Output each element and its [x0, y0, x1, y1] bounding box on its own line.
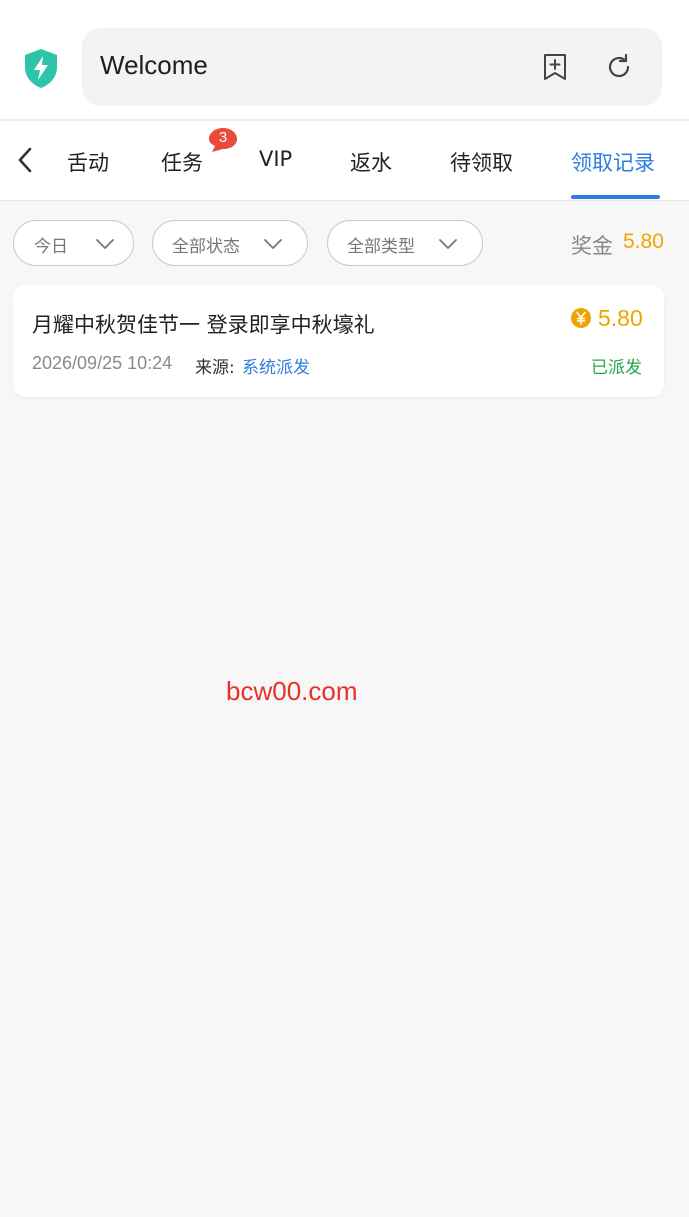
record-source-value: 系统派发 — [242, 358, 310, 378]
record-status: 已派发 — [591, 358, 642, 378]
chevron-left-icon[interactable] — [12, 143, 40, 177]
coin-yen-icon — [571, 308, 591, 328]
address-bar[interactable]: Welcome — [82, 28, 662, 106]
chevron-down-icon — [264, 239, 282, 249]
badge-count: 3 — [218, 129, 228, 146]
notification-badge: 3 — [208, 127, 238, 153]
type-filter-label: 全部类型 — [347, 237, 415, 257]
browser-bar: Welcome — [0, 0, 689, 119]
record-card[interactable]: 月耀中秋贺佳节一 登录即享中秋壕礼 5.80 2026/09/25 10:24 … — [13, 285, 664, 397]
refresh-icon[interactable] — [604, 52, 634, 82]
watermark-text: bcw00.com — [226, 676, 358, 706]
active-tab-indicator — [571, 195, 660, 199]
bonus-total: 5.80 — [623, 230, 664, 253]
chevron-down-icon — [439, 239, 457, 249]
record-time: 2026/09/25 10:24 — [32, 353, 173, 373]
date-filter[interactable]: 今日 — [13, 220, 134, 266]
record-title: 月耀中秋贺佳节一 登录即享中秋壕礼 — [32, 313, 375, 337]
status-filter[interactable]: 全部状态 — [152, 220, 308, 266]
bookmark-add-icon[interactable] — [540, 52, 570, 82]
status-filter-label: 全部状态 — [172, 237, 240, 257]
tab-claim-history[interactable]: 领取记录 — [571, 147, 655, 177]
type-filter[interactable]: 全部类型 — [327, 220, 483, 266]
tab-vip[interactable]: VIP — [259, 147, 292, 171]
shield-bolt-icon — [25, 49, 57, 88]
tab-bar: 舌动 任务 3 VIP 返水 待领取 领取记录 — [0, 119, 689, 201]
address-text: Welcome — [100, 50, 208, 80]
record-source-label: 来源: — [195, 358, 235, 378]
date-filter-label: 今日 — [34, 237, 68, 257]
tab-activity[interactable]: 舌动 — [67, 147, 109, 177]
chevron-down-icon — [96, 239, 114, 249]
tab-rebate[interactable]: 返水 — [350, 147, 392, 177]
record-amount: 5.80 — [598, 305, 643, 331]
bonus-label: 奖金 — [571, 234, 613, 258]
tab-tasks[interactable]: 任务 — [161, 147, 203, 177]
tab-pending[interactable]: 待领取 — [450, 147, 513, 177]
